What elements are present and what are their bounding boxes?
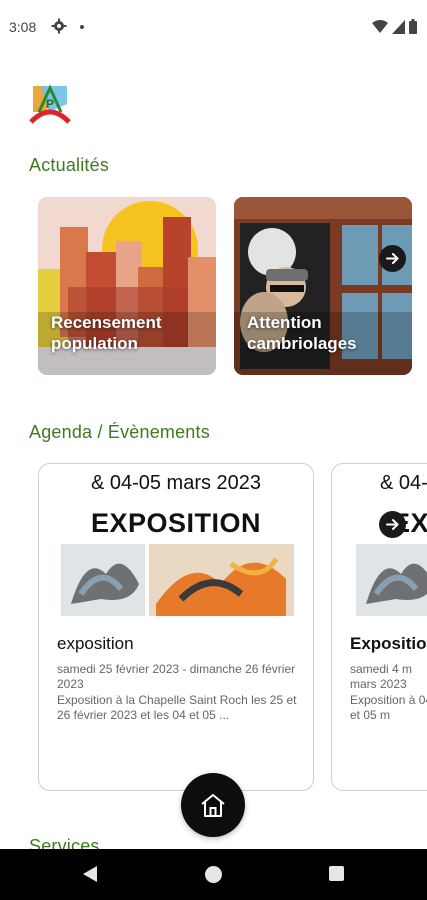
event-card[interactable]: & 04-05 mars 2023 EXPOSITION exposition … — [38, 463, 314, 791]
event-poster: & 04- EXP — [332, 464, 427, 621]
news-card-label: Recensement population — [51, 313, 162, 353]
event-date: samedi 4 m mars 2023 — [350, 662, 413, 691]
signal-icon — [392, 19, 405, 34]
event-date: samedi 25 février 2023 - dimanche 26 fév… — [57, 662, 296, 691]
gear-icon — [51, 18, 67, 34]
poster-artwork — [356, 544, 427, 616]
battery-icon — [409, 19, 417, 34]
system-nav-bar — [0, 849, 427, 900]
nav-home-icon[interactable] — [205, 866, 222, 883]
news-card-recensement[interactable]: Recensement population — [38, 197, 216, 375]
event-description: Exposition à la Chapelle Saint Roch les … — [57, 693, 297, 722]
notification-dot-icon — [80, 25, 84, 29]
event-description: Exposition à 04 et 05 m — [350, 693, 427, 722]
svg-text:P: P — [46, 97, 54, 111]
event-name: Expositio — [350, 634, 427, 653]
event-name: exposition — [57, 634, 134, 653]
poster-title: EXPOSITION — [90, 508, 262, 538]
agenda-section-title: Agenda / Évènements — [29, 422, 210, 442]
wifi-icon — [372, 19, 388, 33]
poster-artwork — [61, 544, 294, 616]
status-bar: 3:08 — [0, 0, 427, 56]
event-card[interactable]: & 04- EXP Expositio samedi 4 m mars 2023… — [331, 463, 427, 791]
agenda-next-button[interactable] — [379, 511, 406, 538]
news-card-cambriolages[interactable]: Attention cambriolages — [234, 197, 412, 375]
home-button[interactable] — [181, 773, 245, 837]
poster-date: & 04-05 mars 2023 — [90, 472, 262, 494]
news-next-button[interactable] — [379, 245, 406, 272]
home-icon — [201, 794, 225, 817]
poster-date: & 04- — [380, 472, 427, 494]
status-icons — [372, 19, 417, 34]
back-icon[interactable] — [82, 865, 98, 883]
news-section-title: Actualités — [29, 155, 110, 175]
news-card-label: Attention cambriolages — [247, 313, 357, 353]
recent-apps-icon[interactable] — [329, 866, 344, 881]
arrow-right-icon — [386, 519, 399, 530]
town-logo[interactable]: P — [29, 82, 71, 124]
arrow-right-icon — [386, 253, 399, 264]
status-time: 3:08 — [9, 19, 37, 35]
event-poster: & 04-05 mars 2023 EXPOSITION — [39, 464, 313, 621]
